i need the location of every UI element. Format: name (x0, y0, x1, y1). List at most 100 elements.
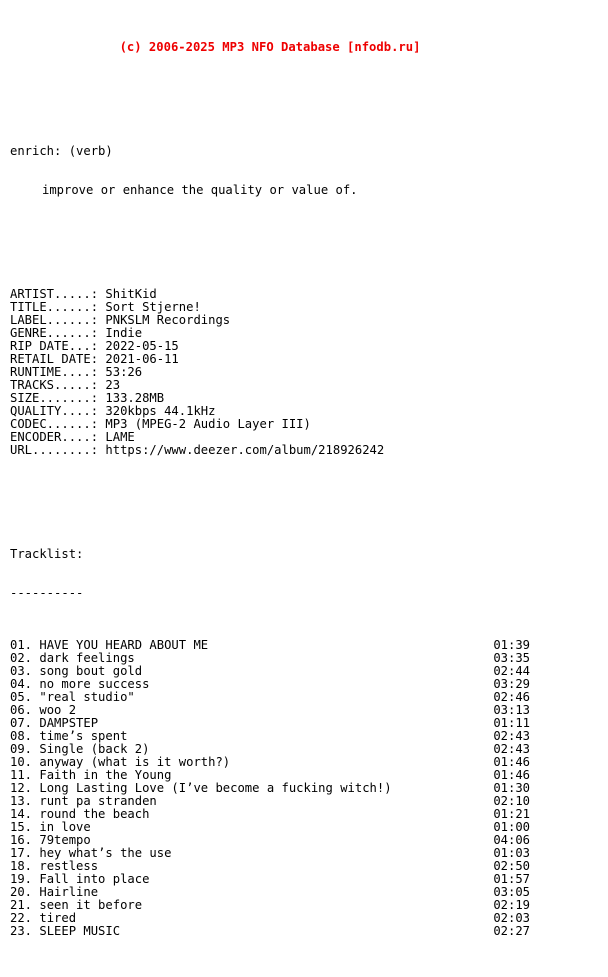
metadata-value: 320kbps 44.1kHz (105, 404, 216, 418)
metadata-value: ShitKid (105, 287, 157, 301)
metadata-value: 2022-05-15 (105, 339, 179, 353)
metadata-label: RUNTIME....: (10, 365, 106, 379)
track-title: HAVE YOU HEARD ABOUT ME (39, 638, 209, 652)
track-title: Long Lasting Love (I’ve become a fucking… (39, 781, 392, 795)
track-duration: 01:46 (493, 768, 530, 782)
track-duration: 02:46 (493, 690, 530, 704)
metadata-label: RIP DATE...: (10, 339, 106, 353)
track-duration: 01:11 (493, 716, 530, 730)
track-title: dark feelings (39, 651, 135, 665)
metadata-value: PNKSLM Recordings (105, 313, 231, 327)
metadata-label: TRACKS.....: (10, 378, 106, 392)
track-number: 18. (10, 859, 40, 873)
track-duration: 01:00 (493, 820, 530, 834)
track-title: Hairline (39, 885, 99, 899)
track-title: seen it before (39, 898, 143, 912)
track-row: 23. SLEEP MUSIC 02:27 (10, 925, 530, 938)
track-title: runt pa stranden (39, 794, 157, 808)
track-duration: 02:03 (493, 911, 530, 925)
track-number: 16. (10, 833, 40, 847)
track-number: 01. (10, 638, 40, 652)
track-number: 05. (10, 690, 40, 704)
metadata-label: LABEL......: (10, 313, 106, 327)
track-title: no more success (39, 677, 150, 691)
track-number: 08. (10, 729, 40, 743)
track-title: Fall into place (39, 872, 150, 886)
track-title: tired (39, 911, 77, 925)
track-duration: 04:06 (493, 833, 530, 847)
track-duration: 03:13 (493, 703, 530, 717)
track-duration: 02:43 (493, 742, 530, 756)
track-title: song bout gold (39, 664, 143, 678)
track-duration: 01:21 (493, 807, 530, 821)
metadata-value: MP3 (MPEG-2 Audio Layer III) (105, 417, 311, 431)
track-title: SLEEP MUSIC (39, 924, 121, 938)
metadata-value: 53:26 (105, 365, 143, 379)
track-number: 22. (10, 911, 40, 925)
track-title: Single (back 2) (39, 742, 150, 756)
track-number: 02. (10, 651, 40, 665)
metadata-value: https://www.deezer.com/album/218926242 (105, 443, 385, 457)
track-number: 23. (10, 924, 40, 938)
track-title: woo 2 (39, 703, 77, 717)
tracklist-divider: ---------- (10, 586, 84, 600)
track-title: hey what’s the use (39, 846, 172, 860)
nfo-document: (c) 2006-2025 MP3 NFO Database [nfodb.ru… (10, 1, 598, 977)
track-title: anyway (what is it worth?) (39, 755, 231, 769)
metadata-label: TITLE......: (10, 300, 106, 314)
track-duration: 01:57 (493, 872, 530, 886)
track-row: 21. seen it before 02:19 (10, 899, 530, 912)
track-duration: 01:46 (493, 755, 530, 769)
track-number: 07. (10, 716, 40, 730)
track-duration: 01:03 (493, 846, 530, 860)
metadata-value: 23 (105, 378, 121, 392)
track-number: 14. (10, 807, 40, 821)
track-number: 12. (10, 781, 40, 795)
track-duration: 02:50 (493, 859, 530, 873)
metadata-label: ENCODER....: (10, 430, 106, 444)
track-number: 06. (10, 703, 40, 717)
metadata-label: QUALITY....: (10, 404, 106, 418)
metadata-label: GENRE......: (10, 326, 106, 340)
track-duration: 01:39 (493, 638, 530, 652)
track-duration: 03:29 (493, 677, 530, 691)
metadata-label: URL........: (10, 443, 106, 457)
track-number: 17. (10, 846, 40, 860)
track-number: 10. (10, 755, 40, 769)
track-title: in love (39, 820, 91, 834)
track-number: 09. (10, 742, 40, 756)
metadata-row: URL........: https://www.deezer.com/albu… (10, 444, 598, 457)
track-duration: 02:10 (493, 794, 530, 808)
tracklist-block: 01. HAVE YOU HEARD ABOUT ME 01:39 02. dark… (10, 639, 598, 938)
track-number: 19. (10, 872, 40, 886)
track-title: round the beach (39, 807, 150, 821)
track-duration: 03:05 (493, 885, 530, 899)
metadata-value: 2021-06-11 (105, 352, 179, 366)
track-duration: 02:44 (493, 664, 530, 678)
track-title: "real studio" (39, 690, 135, 704)
site-credit-header: (c) 2006-2025 MP3 NFO Database [nfodb.ru… (119, 40, 421, 54)
track-duration: 02:27 (493, 924, 530, 938)
track-number: 21. (10, 898, 40, 912)
metadata-label: RETAIL DATE: (10, 352, 106, 366)
metadata-value: 133.28MB (105, 391, 165, 405)
track-title: time’s spent (39, 729, 128, 743)
track-number: 13. (10, 794, 40, 808)
metadata-value: LAME (105, 430, 135, 444)
track-row: 05. "real studio" 02:46 (10, 691, 530, 704)
track-duration: 01:30 (493, 781, 530, 795)
track-title: restless (39, 859, 99, 873)
metadata-block: ARTIST.....: ShitKid TITLE......: Sort St… (10, 288, 598, 457)
track-number: 11. (10, 768, 40, 782)
track-duration: 03:35 (493, 651, 530, 665)
nfo-page: (c) 2006-2025 MP3 NFO Database [nfodb.ru… (0, 0, 608, 938)
track-duration: 02:19 (493, 898, 530, 912)
definition-word: enrich: (verb) (10, 144, 113, 158)
track-number: 15. (10, 820, 40, 834)
track-title: DAMPSTEP (39, 716, 99, 730)
track-duration: 02:43 (493, 729, 530, 743)
metadata-label: ARTIST.....: (10, 287, 106, 301)
